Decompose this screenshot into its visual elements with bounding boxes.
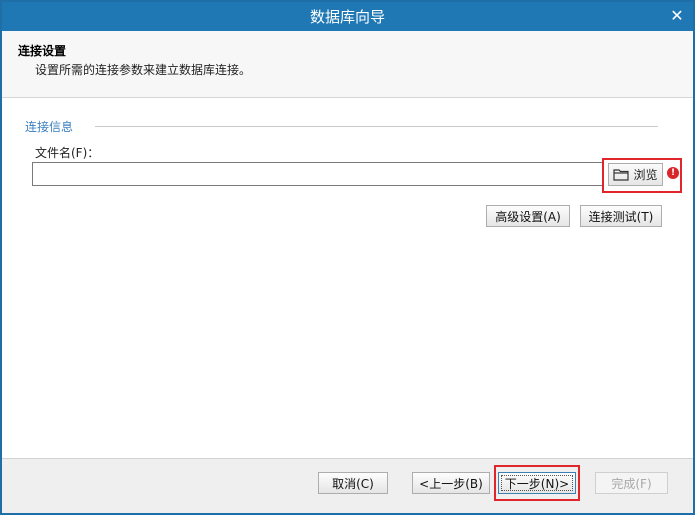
group-divider — [95, 126, 658, 127]
finish-button: 完成(F) — [595, 472, 668, 494]
database-wizard-window: 数据库向导 ✕ 连接设置 设置所需的连接参数来建立数据库连接。 连接信息 文件名… — [0, 0, 695, 515]
advanced-settings-button[interactable]: 高级设置(A) — [486, 205, 570, 227]
next-button[interactable]: 下一步(N)> — [498, 472, 576, 494]
connection-info-group-label: 连接信息 — [25, 120, 74, 134]
browse-button[interactable]: 浏览 — [608, 163, 663, 186]
page-title: 连接设置 — [18, 44, 67, 58]
cancel-label: 取消(C) — [332, 476, 374, 491]
title-bar: 数据库向导 ✕ — [2, 2, 693, 31]
window-title: 数据库向导 — [309, 8, 385, 26]
finish-label: 完成(F) — [611, 476, 652, 491]
file-name-input[interactable] — [32, 162, 604, 186]
advanced-settings-label: 高级设置(A) — [495, 209, 561, 224]
cancel-button[interactable]: 取消(C) — [318, 472, 388, 494]
test-connection-button[interactable]: 连接测试(T) — [580, 205, 662, 227]
folder-icon — [613, 169, 630, 181]
browse-label: 浏览 — [633, 168, 658, 182]
test-connection-label: 连接测试(T) — [588, 209, 654, 224]
back-button[interactable]: <上一步(B) — [412, 472, 490, 494]
next-label: 下一步(N)> — [504, 476, 570, 491]
page-subtitle: 设置所需的连接参数来建立数据库连接。 — [35, 63, 252, 77]
close-icon[interactable]: ✕ — [667, 6, 687, 26]
back-label: <上一步(B) — [419, 476, 483, 491]
file-name-label: 文件名(F)： — [35, 146, 100, 160]
warning-icon: ! — [667, 167, 679, 179]
wizard-header: 连接设置 设置所需的连接参数来建立数据库连接。 — [2, 31, 693, 98]
